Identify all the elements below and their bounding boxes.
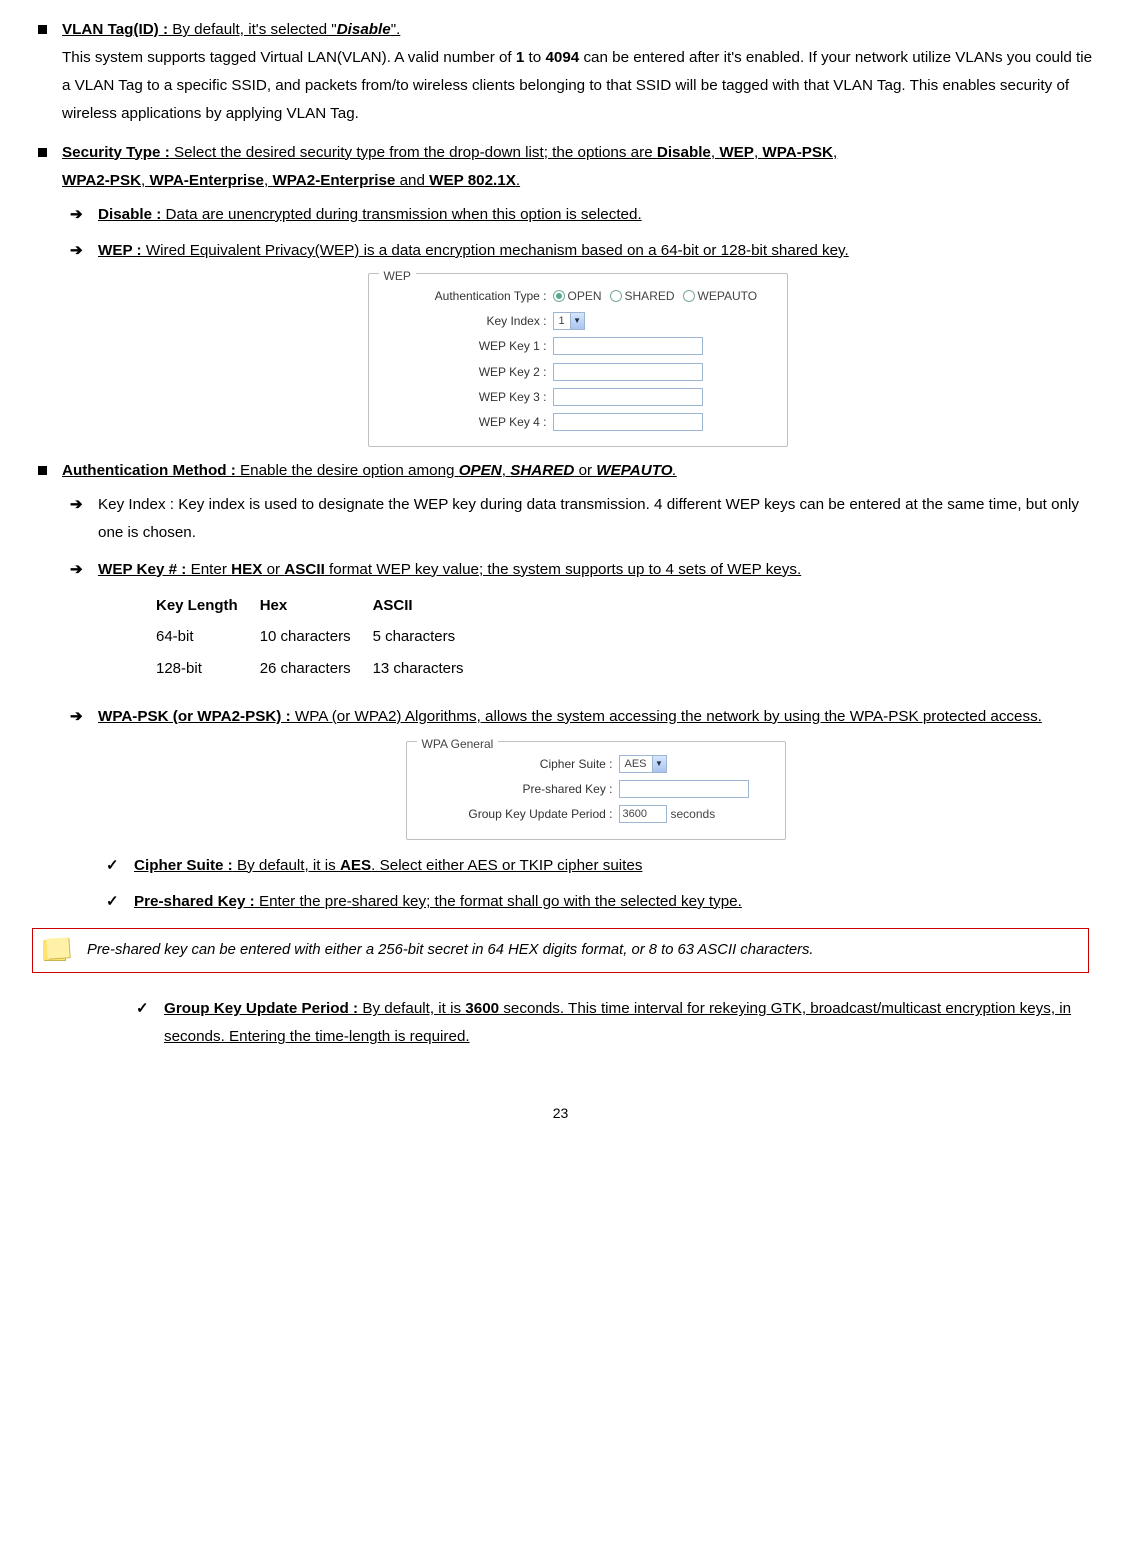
wep-key4-input[interactable] [553,413,703,431]
wep-legend: WEP [379,265,416,287]
arrow-wep: WEP : Wired Equivalent Privacy(WEP) is a… [62,237,1093,265]
wep-key2-input[interactable] [553,363,703,381]
wep-key3-input[interactable] [553,388,703,406]
arrow-keyindex: Key Index : Key index is used to designa… [62,491,1093,547]
wpa-gk-label: Group Key Update Period : [419,803,619,825]
gk-input[interactable]: 3600 [619,805,667,823]
security-label: Security Type : [62,144,170,161]
wep-keyidx-label: Key Index : [383,310,553,332]
wep-key4-label: WEP Key 4 : [383,411,553,433]
vlan-body: This system supports tagged Virtual LAN(… [62,44,1093,128]
wep-key-table: Key Length Hex ASCII 64-bit 10 character… [156,590,1093,685]
table-row: 128-bit 26 characters 13 characters [156,653,485,685]
chevron-down-icon: ▼ [652,756,666,772]
wep-panel: WEP Authentication Type : OPEN SHARED WE… [368,273,788,447]
radio-shared[interactable]: SHARED [610,285,675,307]
wep-key3-label: WEP Key 3 : [383,386,553,408]
gk-unit: seconds [671,803,716,825]
bullet-vlan: VLAN Tag(ID) : By default, it's selected… [28,16,1093,129]
arrow-disable: Disable : Data are unencrypted during tr… [62,201,1093,229]
psk-input[interactable] [619,780,749,798]
page-number: 23 [28,1101,1093,1127]
wep-key1-label: WEP Key 1 : [383,335,553,357]
wep-key1-input[interactable] [553,337,703,355]
wpa-legend: WPA General [417,733,499,755]
table-row: 64-bit 10 characters 5 characters [156,621,485,653]
check-cipher: Cipher Suite : By default, it is AES. Se… [98,852,1093,880]
wep-auth-label: Authentication Type : [383,285,553,307]
bullet-auth-method: Authentication Method : Enable the desir… [28,457,1093,916]
table-row: Key Length Hex ASCII [156,590,485,622]
wep-key2-label: WEP Key 2 : [383,361,553,383]
cipher-select[interactable]: AES ▼ [619,755,667,773]
note-icon [43,938,69,962]
top-bullet-list: VLAN Tag(ID) : By default, it's selected… [28,16,1093,916]
chevron-down-icon: ▼ [570,313,584,329]
wpa-panel: WPA General Cipher Suite : AES ▼ Pre-sha… [406,741,786,840]
arrow-wepkey: WEP Key # : Enter HEX or ASCII format WE… [62,556,1093,685]
wpa-psk-label: Pre-shared Key : [419,778,619,800]
note-text: Pre-shared key can be entered with eithe… [87,937,814,964]
arrow-wpapsk: WPA-PSK (or WPA2-PSK) : WPA (or WPA2) Al… [62,703,1093,916]
wpa-cipher-label: Cipher Suite : [419,753,619,775]
radio-open[interactable]: OPEN [553,285,602,307]
key-index-select[interactable]: 1 ▼ [553,312,585,330]
check-gkup: Group Key Update Period : By default, it… [128,995,1093,1051]
note-box: Pre-shared key can be entered with eithe… [32,928,1089,973]
check-psk: Pre-shared Key : Enter the pre-shared ke… [98,888,1093,916]
vlan-label: VLAN Tag(ID) : [62,21,168,38]
radio-wepauto[interactable]: WEPAUTO [683,285,758,307]
bullet-security: Security Type : Select the desired secur… [28,139,1093,448]
